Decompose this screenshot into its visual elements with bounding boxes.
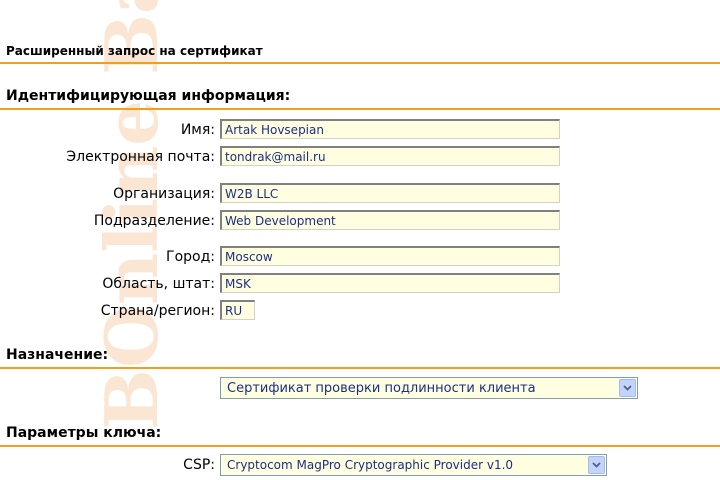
divider xyxy=(0,108,720,110)
purpose-select-value: Сертификат проверки подлинности клиента xyxy=(227,381,536,396)
state-label: Область, штат: xyxy=(102,276,215,292)
name-label: Имя: xyxy=(180,122,215,138)
country-input[interactable]: RU xyxy=(220,300,255,320)
chevron-down-icon[interactable] xyxy=(588,456,605,474)
row-org: Организация: W2B LLC xyxy=(0,183,720,207)
row-city: Город: Moscow xyxy=(0,246,720,270)
name-input[interactable]: Artak Hovsepian xyxy=(220,119,560,139)
section-purpose: Назначение: xyxy=(6,347,109,363)
section-key: Параметры ключа: xyxy=(6,425,162,441)
org-label: Организация: xyxy=(113,186,215,202)
state-input[interactable]: MSK xyxy=(220,273,560,293)
divider xyxy=(0,62,720,64)
city-label: Город: xyxy=(166,249,215,265)
unit-label: Подразделение: xyxy=(93,213,215,229)
row-csp: CSP: Cryptocom MagPro Cryptographic Prov… xyxy=(0,454,720,478)
row-state: Область, штат: MSK xyxy=(0,273,720,297)
org-input[interactable]: W2B LLC xyxy=(220,183,560,203)
divider xyxy=(0,445,720,447)
purpose-select[interactable]: Сертификат проверки подлинности клиента xyxy=(220,377,638,399)
csp-label: CSP: xyxy=(183,457,215,473)
unit-input[interactable]: Web Development xyxy=(220,210,560,230)
row-name: Имя: Artak Hovsepian xyxy=(0,119,720,143)
csp-select-value: Cryptocom MagPro Cryptographic Provider … xyxy=(227,458,514,472)
csp-select[interactable]: Cryptocom MagPro Cryptographic Provider … xyxy=(220,454,607,476)
city-input[interactable]: Moscow xyxy=(220,246,560,266)
row-country: Страна/регион: RU xyxy=(0,300,720,324)
section-identity: Идентифицирующая информация: xyxy=(6,88,291,104)
divider xyxy=(0,367,720,369)
row-email: Электронная почта: tondrak@mail.ru xyxy=(0,146,720,170)
page-title: Расширенный запрос на сертификат xyxy=(6,44,263,58)
email-input[interactable]: tondrak@mail.ru xyxy=(220,146,560,166)
country-label: Страна/регион: xyxy=(100,303,215,319)
row-unit: Подразделение: Web Development xyxy=(0,210,720,234)
chevron-down-icon[interactable] xyxy=(619,379,636,397)
email-label: Электронная почта: xyxy=(66,149,215,165)
